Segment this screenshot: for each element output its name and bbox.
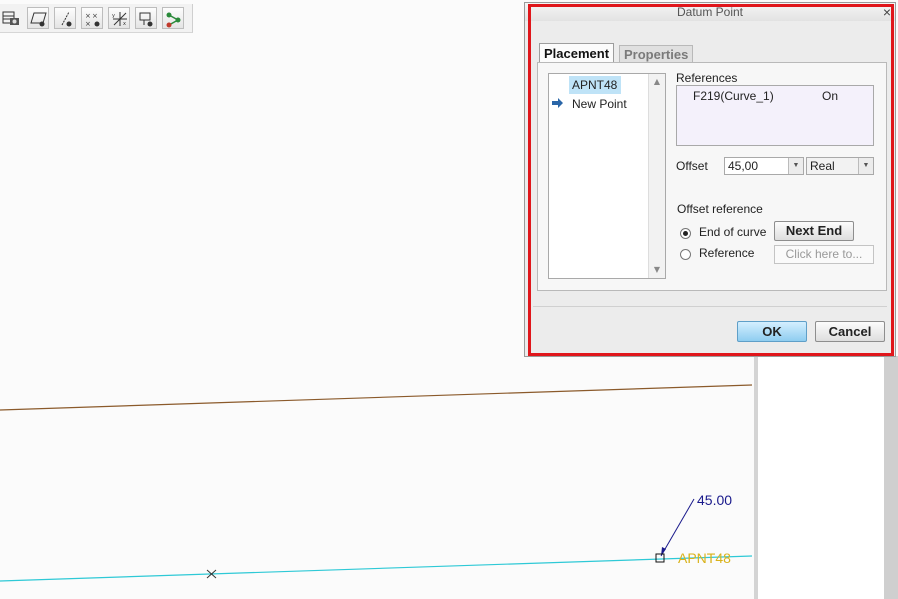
chevron-down-icon[interactable]: ▼ — [788, 158, 803, 174]
cancel-button[interactable]: Cancel — [815, 321, 885, 342]
lower-curve[interactable] — [0, 555, 753, 582]
reference-name[interactable]: F219(Curve_1) — [693, 89, 774, 103]
chevron-down-icon[interactable]: ▼ — [858, 158, 873, 174]
dialog-separator — [533, 306, 887, 307]
scroll-up-icon[interactable]: ▲ — [649, 75, 665, 89]
reference-label: Reference — [699, 246, 755, 260]
offset-type-value: Real — [810, 159, 835, 173]
svg-text:y: y — [112, 13, 115, 19]
offset-label: Offset — [676, 159, 708, 173]
next-end-button[interactable]: Next End — [774, 221, 854, 241]
dimension-leader — [660, 498, 695, 557]
side-panel-area — [756, 356, 898, 599]
dimension-value[interactable]: 45.00 — [697, 492, 732, 508]
display-toolbar: × × × yx — [0, 4, 193, 33]
scroll-down-icon[interactable]: ▼ — [649, 263, 665, 277]
datum-point-label: APNT48 — [678, 550, 731, 566]
datum-point-dialog: Datum Point × Placement Properties APNT4… — [524, 2, 896, 357]
references-collector[interactable]: F219(Curve_1) On — [676, 85, 874, 146]
csys-display-icon[interactable]: yx — [108, 7, 130, 29]
svg-text:×: × — [85, 12, 91, 20]
dialog-title: Datum Point — [676, 5, 744, 19]
offset-reference-label: Offset reference — [677, 202, 763, 216]
annotation-display-icon[interactable] — [135, 7, 157, 29]
end-of-curve-label: End of curve — [699, 225, 767, 239]
vertical-scrollbar[interactable] — [884, 356, 898, 599]
list-scrollbar[interactable]: ▲ ▼ — [648, 74, 665, 278]
dialog-titlebar[interactable]: Datum Point × — [525, 3, 895, 21]
offset-value: 45,00 — [728, 159, 759, 173]
layer-camera-icon[interactable] — [0, 7, 22, 29]
svg-text:x: x — [123, 21, 126, 27]
upper-curve[interactable] — [0, 384, 753, 411]
list-item-new-point[interactable]: New Point — [569, 95, 630, 113]
datum-point-display-icon[interactable]: × × × — [81, 7, 103, 29]
offset-type-select[interactable]: Real ▼ — [806, 157, 874, 175]
datum-axis-display-icon[interactable] — [54, 7, 76, 29]
network-icon[interactable] — [162, 7, 184, 29]
placement-panel: APNT48 New Point ▲ ▼ References F219(Cur… — [537, 62, 887, 291]
offset-value-field[interactable]: 45,00 ▼ — [724, 157, 804, 175]
panel-divider — [754, 356, 758, 599]
reference-type[interactable]: On — [822, 89, 838, 103]
svg-text:×: × — [85, 20, 91, 28]
datum-plane-display-icon[interactable] — [27, 7, 49, 29]
close-icon[interactable]: × — [883, 3, 891, 21]
ok-button[interactable]: OK — [737, 321, 807, 342]
tab-placement[interactable]: Placement — [539, 43, 615, 63]
points-list[interactable]: APNT48 New Point ▲ ▼ — [548, 73, 666, 279]
references-label: References — [676, 71, 738, 85]
svg-text:×: × — [92, 12, 98, 20]
reference-radio[interactable] — [680, 249, 691, 260]
end-of-curve-radio[interactable] — [680, 228, 691, 239]
tab-properties[interactable]: Properties — [619, 45, 694, 63]
arrow-right-icon — [552, 98, 563, 108]
datum-point-marker[interactable] — [655, 553, 665, 563]
list-item-apnt48[interactable]: APNT48 — [569, 76, 621, 94]
reference-collector[interactable]: Click here to... — [774, 245, 874, 264]
